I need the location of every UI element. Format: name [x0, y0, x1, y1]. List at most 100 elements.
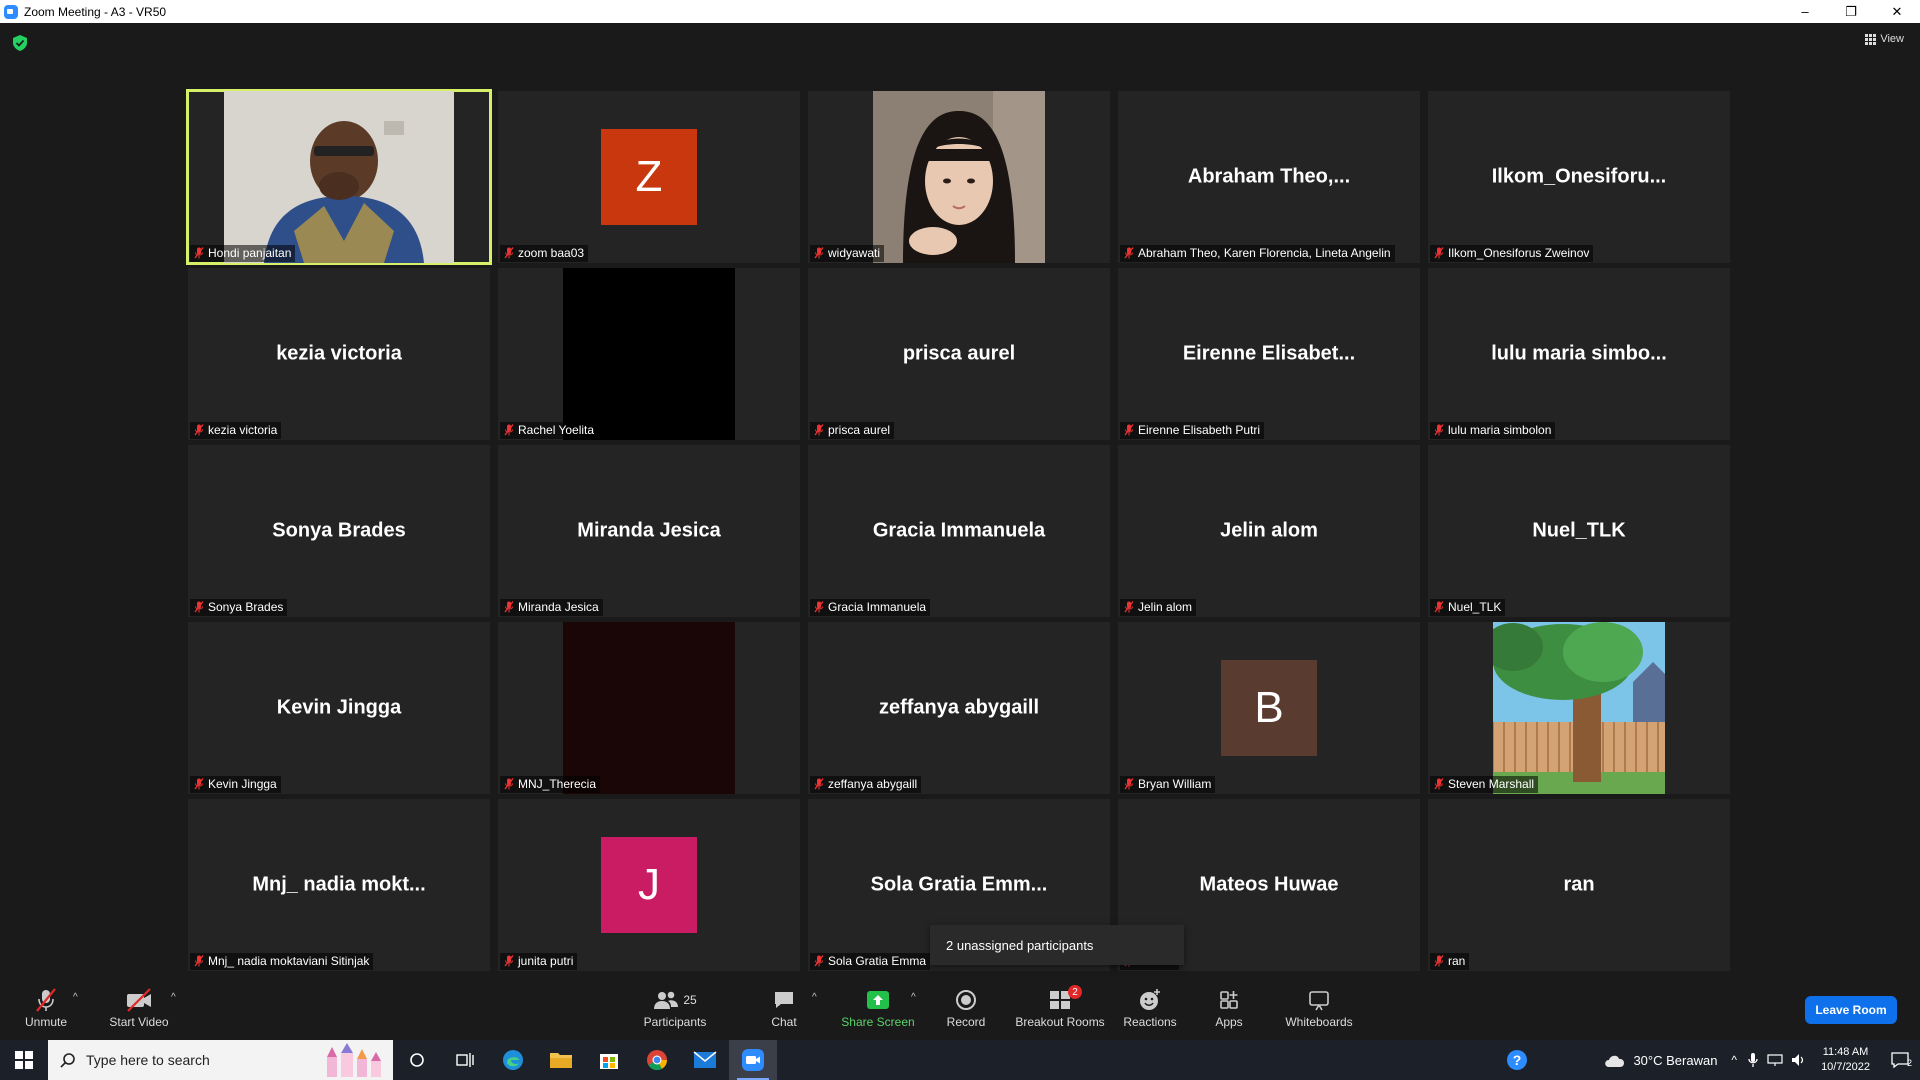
participant-name: Sonya Brades: [208, 600, 284, 614]
share-options-caret-icon[interactable]: ^: [911, 992, 916, 1003]
participants-label: Participants: [643, 1015, 707, 1029]
participants-button[interactable]: 25 Participants: [638, 976, 712, 1040]
participant-tile[interactable]: Miranda Jesica Miranda Jesica: [498, 445, 800, 617]
participant-display-name: Abraham Theo,...: [1187, 165, 1351, 188]
participant-display-name: Sonya Brades: [272, 519, 406, 542]
chat-options-caret-icon[interactable]: ^: [812, 992, 817, 1003]
participant-display-name: zeffanya abygaill: [878, 696, 1040, 719]
reactions-icon: [1140, 989, 1160, 1010]
participant-tile[interactable]: Steven Marshall: [1428, 622, 1730, 794]
participant-display-name: Mnj_ nadia mokt...: [252, 873, 426, 896]
participant-video: [563, 622, 735, 794]
muted-mic-icon: [814, 601, 824, 613]
share-screen-button[interactable]: Share Screen: [838, 976, 918, 1040]
security-shield-icon[interactable]: [13, 35, 27, 51]
participant-name-label: widyawati: [810, 245, 885, 262]
breakout-rooms-button[interactable]: 2 Breakout Rooms: [1014, 976, 1106, 1040]
share-screen-icon: [867, 991, 889, 1009]
folder-icon: [550, 1053, 572, 1068]
participant-tile[interactable]: lulu maria simbo... lulu maria simbolon: [1428, 268, 1730, 440]
participant-name-label: Eirenne Elisabeth Putri: [1120, 422, 1265, 439]
participant-tile[interactable]: Jjunita putri: [498, 799, 800, 971]
participant-tile[interactable]: Ilkom_Onesiforu... Ilkom_Onesiforus Zwein…: [1428, 91, 1730, 263]
participant-name: prisca aurel: [828, 423, 891, 437]
participant-tile[interactable]: Mnj_ nadia mokt... Mnj_ nadia moktaviani …: [188, 799, 490, 971]
clock-time: 11:48 AM: [1822, 1046, 1869, 1058]
participant-name-label: kezia victoria: [190, 422, 282, 439]
participant-tile[interactable]: Zzoom baa03: [498, 91, 800, 263]
participant-name: Kevin Jingga: [208, 777, 277, 791]
participant-name-label: ran: [1430, 953, 1470, 970]
participant-name: Hondi panjaitan: [208, 246, 292, 260]
participant-tile[interactable]: MNJ_Therecia: [498, 622, 800, 794]
start-button[interactable]: [0, 1040, 48, 1080]
participant-tile[interactable]: Eirenne Elisabet... Eirenne Elisabeth Put…: [1118, 268, 1420, 440]
meeting-area: View Hondi panjaitan Zzoom baa03 widyawati…: [0, 23, 1920, 976]
help-icon[interactable]: ?: [1505, 1048, 1529, 1072]
file-explorer-button[interactable]: [537, 1040, 585, 1080]
weather-cloud-icon[interactable]: [1603, 1052, 1627, 1068]
search-placeholder: Type here to search: [86, 1052, 210, 1068]
whiteboards-button[interactable]: Whiteboards: [1284, 976, 1354, 1040]
notification-center-button[interactable]: 2: [1880, 1052, 1920, 1068]
participant-tile[interactable]: Nuel_TLK Nuel_TLK: [1428, 445, 1730, 617]
leave-room-button[interactable]: Leave Room: [1805, 996, 1897, 1024]
notification-count: 2: [1906, 1058, 1912, 1068]
weather-text[interactable]: 30°C Berawan: [1633, 1053, 1717, 1068]
chrome-button[interactable]: [633, 1040, 681, 1080]
participant-display-name: Eirenne Elisabet...: [1182, 342, 1356, 365]
participant-display-name: Gracia Immanuela: [872, 519, 1046, 542]
cortana-button[interactable]: [393, 1040, 441, 1080]
participant-tile[interactable]: Rachel Yoelita: [498, 268, 800, 440]
participant-tile[interactable]: widyawati: [808, 91, 1110, 263]
participant-name: widyawati: [828, 246, 881, 260]
mail-button[interactable]: [681, 1040, 729, 1080]
participant-display-name: ran: [1563, 873, 1595, 896]
store-button[interactable]: [585, 1040, 633, 1080]
chat-button[interactable]: Chat: [764, 976, 804, 1040]
participant-tile[interactable]: Kevin Jingga Kevin Jingga: [188, 622, 490, 794]
close-button[interactable]: ✕: [1874, 0, 1920, 23]
video-options-caret-icon[interactable]: ^: [171, 992, 176, 1003]
windows-logo-icon: [15, 1051, 33, 1069]
participant-name: Eirenne Elisabeth Putri: [1138, 423, 1261, 437]
minimize-button[interactable]: –: [1782, 0, 1828, 23]
unmute-button[interactable]: Unmute: [18, 976, 74, 1040]
participant-name-label: Ilkom_Onesiforus Zweinov: [1430, 245, 1594, 262]
apps-button[interactable]: Apps: [1214, 976, 1244, 1040]
start-video-button[interactable]: Start Video: [104, 976, 174, 1040]
microphone-tray-icon[interactable]: [1747, 1052, 1759, 1068]
view-label: View: [1880, 33, 1904, 45]
reactions-button[interactable]: Reactions: [1123, 976, 1177, 1040]
participant-tile[interactable]: kezia victoria kezia victoria: [188, 268, 490, 440]
edge-icon: [503, 1050, 523, 1070]
participant-tile[interactable]: B Bryan William: [1118, 622, 1420, 794]
window-title: Zoom Meeting - A3 - VR50: [24, 4, 167, 19]
participant-tile[interactable]: Abraham Theo,... Abraham Theo, Karen Flor…: [1118, 91, 1420, 263]
participant-tile[interactable]: Gracia Immanuela Gracia Immanuela: [808, 445, 1110, 617]
participant-name-label: Jelin alom: [1120, 599, 1197, 616]
participant-name-label: zoom baa03: [500, 245, 589, 262]
participant-name: Bryan William: [1138, 777, 1212, 791]
muted-mic-icon: [194, 601, 204, 613]
participant-name-label: zeffanya abygaill: [810, 776, 922, 793]
network-icon[interactable]: [1767, 1053, 1783, 1067]
zoom-taskbar-button[interactable]: [729, 1040, 777, 1080]
taskbar-clock[interactable]: 11:48 AM 10/7/2022: [1821, 1045, 1870, 1075]
edge-taskbar-button[interactable]: [489, 1040, 537, 1080]
participant-tile[interactable]: zeffanya abygaill zeffanya abygaill: [808, 622, 1110, 794]
restore-button[interactable]: ❐: [1828, 0, 1874, 23]
participant-tile[interactable]: ran ran: [1428, 799, 1730, 971]
taskbar-search[interactable]: Type here to search: [48, 1040, 393, 1080]
tray-expand-icon[interactable]: ^: [1731, 1053, 1737, 1067]
participant-display-name: Mateos Huwae: [1199, 873, 1339, 896]
participant-tile[interactable]: Hondi panjaitan: [186, 89, 492, 265]
participant-tile[interactable]: Sonya Brades Sonya Brades: [188, 445, 490, 617]
participant-tile[interactable]: prisca aurel prisca aurel: [808, 268, 1110, 440]
participant-tile[interactable]: Jelin alom Jelin alom: [1118, 445, 1420, 617]
task-view-button[interactable]: [441, 1040, 489, 1080]
record-button[interactable]: Record: [944, 976, 988, 1040]
view-button[interactable]: View: [1865, 33, 1904, 45]
volume-icon[interactable]: [1791, 1053, 1807, 1067]
audio-options-caret-icon[interactable]: ^: [73, 992, 78, 1003]
